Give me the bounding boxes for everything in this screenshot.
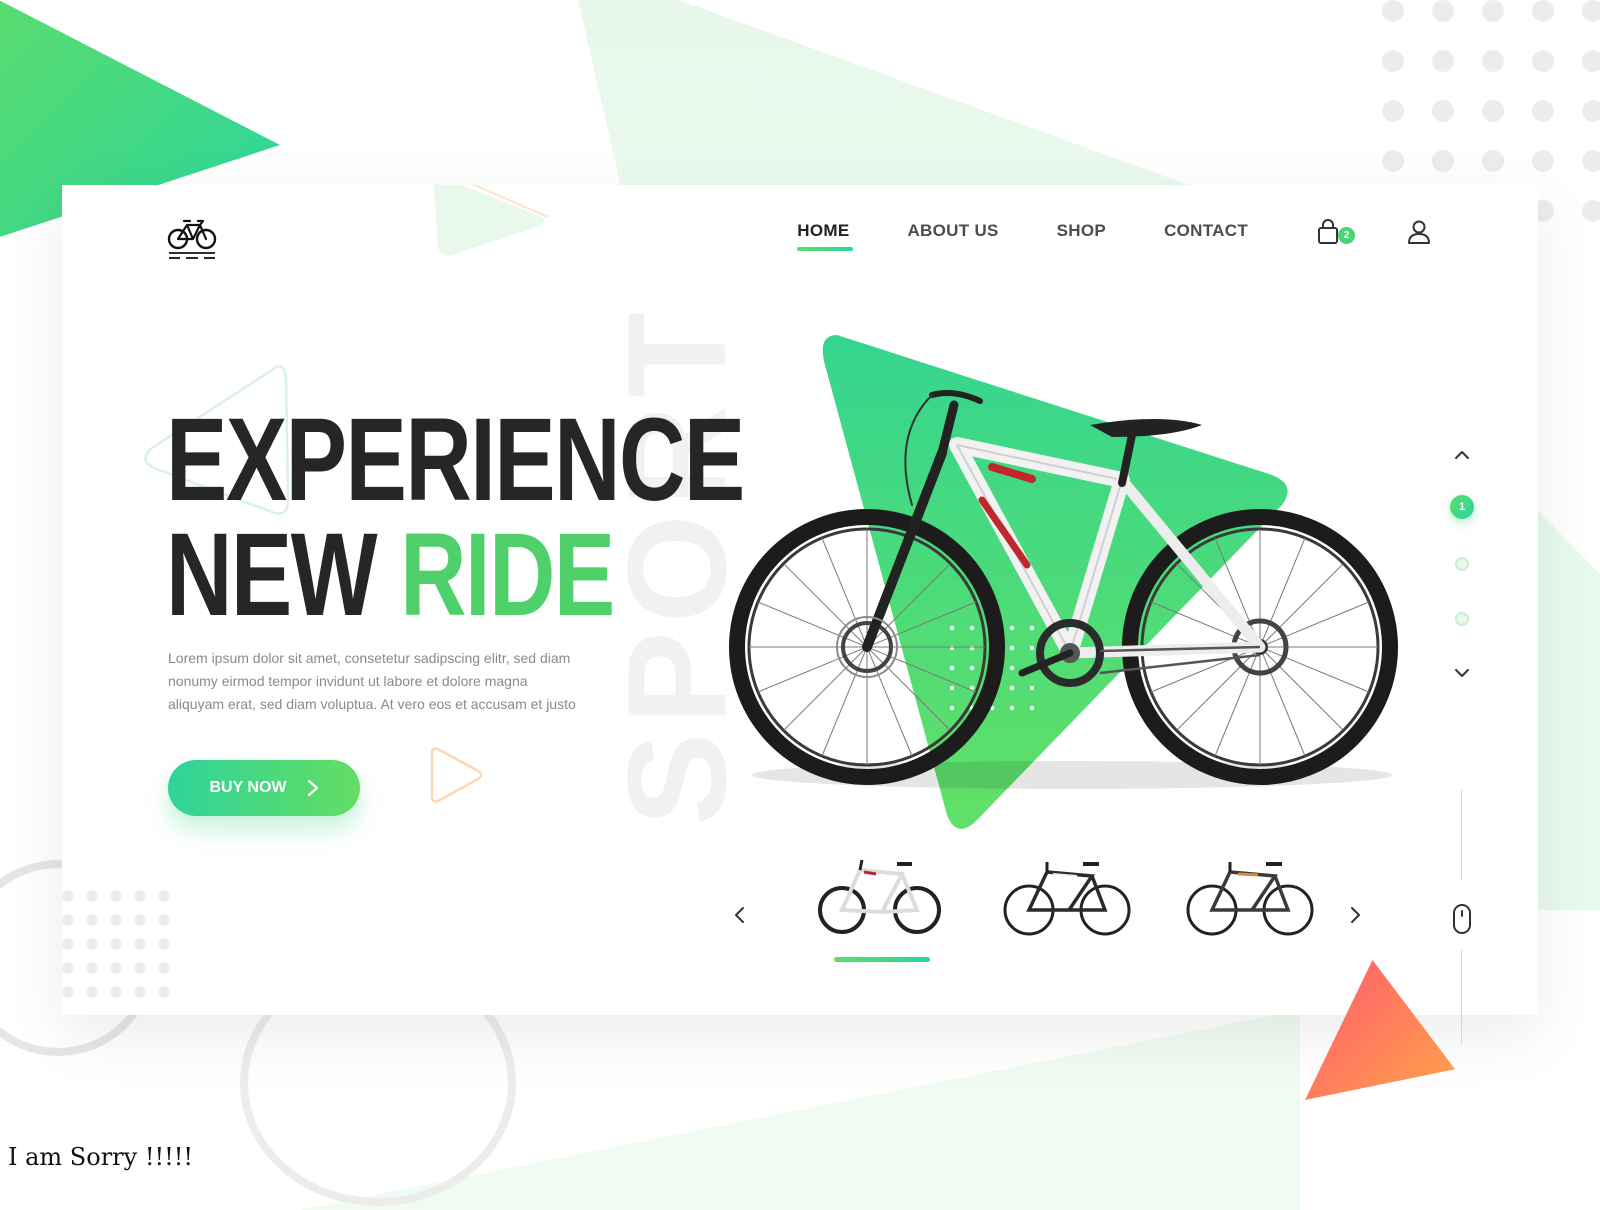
nav-shop[interactable]: SHOP (1057, 221, 1106, 241)
scroll-track-line (1461, 790, 1462, 880)
decorative-dot (1432, 0, 1454, 22)
main-nav: HOME ABOUT US SHOP CONTACT (797, 221, 1248, 251)
chevron-right-icon[interactable] (1345, 905, 1365, 925)
scroll-track-line (1461, 1015, 1462, 1045)
cart-count-badge: 2 (1338, 227, 1355, 244)
chevron-left-icon[interactable] (730, 905, 750, 925)
chevron-down-icon[interactable] (1452, 663, 1472, 683)
hero-description: Lorem ipsum dolor sit amet, consetetur s… (168, 647, 588, 716)
decorative-dot (62, 890, 74, 902)
decorative-outline-triangle (434, 185, 549, 256)
nav-contact[interactable]: CONTACT (1164, 221, 1248, 241)
bike-thumbnail-1[interactable] (812, 850, 952, 940)
bike-thumbnail-2[interactable] (997, 850, 1137, 940)
decorative-dot (110, 986, 122, 998)
buy-now-label: BUY NOW (209, 779, 287, 796)
slide-indicator-active[interactable]: 1 (1450, 495, 1474, 519)
bike-thumbnail-3[interactable] (1180, 850, 1320, 940)
buy-now-button[interactable]: BUY NOW (168, 760, 360, 816)
decorative-dot (158, 962, 170, 974)
user-icon[interactable] (1407, 219, 1431, 245)
decorative-dot (1432, 50, 1454, 72)
background-dot-grid (62, 890, 182, 1010)
decorative-dot (158, 938, 170, 950)
decorative-dot (1582, 150, 1600, 172)
decorative-dot (1482, 50, 1504, 72)
nav-about-us[interactable]: ABOUT US (907, 221, 998, 241)
hero-description-line: aliquyam erat, sed diam voluptua. At ver… (168, 696, 576, 712)
decorative-dot (158, 914, 170, 926)
decorative-dot (134, 962, 146, 974)
decorative-dot (1532, 100, 1554, 122)
decorative-dot (86, 890, 98, 902)
decorative-dot (1382, 0, 1404, 22)
scroll-track-line (1461, 950, 1462, 1015)
decorative-dot (1432, 150, 1454, 172)
decorative-dot (134, 986, 146, 998)
decorative-dot (1482, 0, 1504, 22)
decorative-dot (1582, 50, 1600, 72)
decorative-dot (134, 914, 146, 926)
hero-description-line: nonumy eirmod tempor invidunt ut labore … (168, 673, 528, 689)
shopping-bag-icon[interactable] (1316, 219, 1340, 245)
decorative-dot (86, 938, 98, 950)
decorative-dot (1582, 100, 1600, 122)
hero-title-new: NEW (166, 509, 378, 641)
decorative-dot (86, 986, 98, 998)
decorative-dot (1532, 150, 1554, 172)
hero-title-ride: RIDE (400, 509, 615, 641)
decorative-dot (1382, 100, 1404, 122)
decorative-dot (1382, 150, 1404, 172)
decorative-dot (110, 962, 122, 974)
chevron-up-icon[interactable] (1452, 445, 1472, 465)
decorative-dot (110, 938, 122, 950)
landing-card: HOME ABOUT US SHOP CONTACT 2 SPORT EXPER… (62, 185, 1538, 1015)
slide-indicator[interactable] (1455, 557, 1469, 571)
active-thumbnail-indicator (834, 957, 930, 962)
hero-title-line1: EXPERIENCE (166, 394, 745, 526)
decorative-dot (1482, 150, 1504, 172)
decorative-dot (134, 938, 146, 950)
decorative-dot (62, 986, 74, 998)
mouse-icon[interactable] (1452, 903, 1472, 935)
decorative-dot (1582, 200, 1600, 222)
decorative-dot (86, 914, 98, 926)
decorative-dot (1382, 50, 1404, 72)
hero-description-line: Lorem ipsum dolor sit amet, consetetur s… (168, 650, 571, 666)
decorative-dot (1432, 100, 1454, 122)
hero-title: EXPERIENCE NEW RIDE (166, 401, 745, 634)
decorative-dot (1532, 50, 1554, 72)
decorative-dot (1482, 100, 1504, 122)
decorative-dot (62, 962, 74, 974)
decorative-dot (110, 890, 122, 902)
decorative-dot (86, 962, 98, 974)
decorative-dot (1532, 0, 1554, 22)
decorative-dot (158, 890, 170, 902)
decorative-dot (1582, 0, 1600, 22)
decorative-dot (158, 986, 170, 998)
play-icon[interactable] (424, 745, 484, 805)
slide-indicator[interactable] (1455, 612, 1469, 626)
decorative-dot (134, 890, 146, 902)
nav-home[interactable]: HOME (797, 221, 854, 251)
decorative-dot (62, 938, 74, 950)
chevron-right-icon (307, 779, 318, 797)
decorative-dot (110, 914, 122, 926)
bicycle-logo-icon[interactable] (167, 215, 217, 261)
caption-note: I am Sorry !!!!! (8, 1143, 194, 1171)
featured-bike-image (729, 390, 1398, 789)
decorative-dot (62, 914, 74, 926)
